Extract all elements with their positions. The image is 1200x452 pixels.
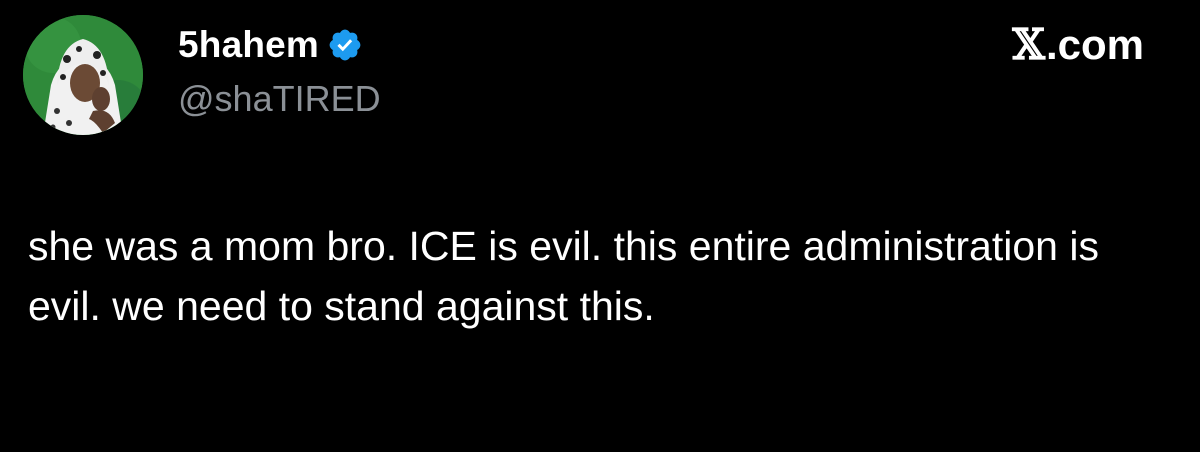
source-domain: .com xyxy=(1045,20,1144,68)
display-name[interactable]: 5hahem xyxy=(178,24,319,66)
source-label: 𝕏 .com xyxy=(1012,20,1144,69)
verified-badge-icon xyxy=(327,27,363,63)
tweet-card: 5hahem @shaTIRED 𝕏 .com she was a mom br… xyxy=(0,0,1200,452)
x-logo-icon: 𝕏 xyxy=(1012,20,1045,69)
author-name-row: 5hahem xyxy=(178,22,363,68)
tweet-text: she was a mom bro. ICE is evil. this ent… xyxy=(28,223,1099,329)
author-handle[interactable]: @shaTIRED xyxy=(178,78,381,120)
profile-avatar[interactable] xyxy=(23,15,143,135)
avatar-image xyxy=(23,15,143,135)
